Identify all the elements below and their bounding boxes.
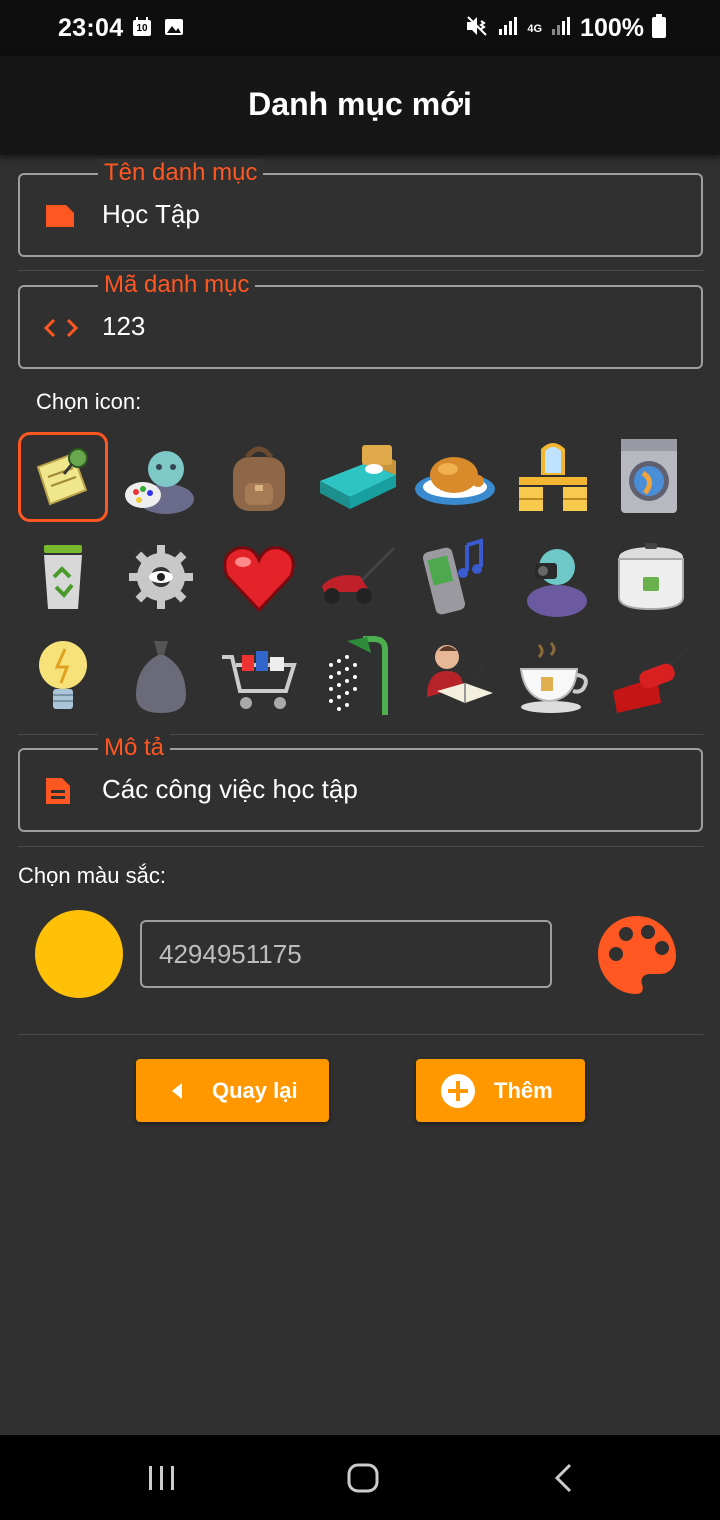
chevron-left-icon [170, 1081, 184, 1101]
shower-icon [329, 636, 388, 715]
vanity-dresser-icon [519, 443, 587, 511]
reader-icon [427, 645, 493, 703]
description-value: Các công việc học tập [102, 774, 358, 804]
photographer-icon [527, 549, 587, 617]
paint-roller-icon [613, 645, 689, 713]
color-value-input[interactable]: 4294951175 [140, 920, 552, 988]
icon-option-shopping-cart[interactable] [214, 632, 304, 722]
category-name-label: Tên danh mục [98, 159, 264, 187]
description-field[interactable]: Mô tả Các công việc học tập [18, 734, 703, 832]
tea-cup-icon [519, 641, 588, 713]
icon-option-painter[interactable] [116, 432, 206, 522]
lawn-mower-icon [322, 546, 396, 604]
icon-option-light-bulb[interactable] [18, 632, 108, 722]
icon-picker-label: Chọn icon: [36, 389, 142, 414]
system-nav-bar [0, 1435, 720, 1520]
sticky-note-pin-icon [36, 448, 88, 506]
description-label: Mô tả [98, 734, 171, 762]
icon-option-vanity[interactable] [508, 432, 598, 522]
palette-button[interactable] [594, 912, 680, 998]
icon-option-bed[interactable] [312, 432, 402, 522]
mp3-phone-icon [422, 538, 483, 615]
icon-option-heart[interactable] [214, 532, 304, 622]
garbage-bag-icon [136, 641, 186, 713]
app-bar: Danh mục mới [0, 56, 720, 155]
calendar-icon: 10 [132, 17, 152, 37]
signal-icon [497, 15, 519, 42]
recent-apps-icon[interactable] [146, 1464, 178, 1497]
add-circle-icon [440, 1073, 476, 1109]
category-name-value: Học Tập [102, 199, 200, 229]
category-name-field[interactable]: Tên danh mục Học Tập [18, 159, 703, 257]
category-code-label: Mã danh mục [98, 271, 256, 299]
label-icon [44, 203, 76, 234]
icon-option-paint-roller[interactable] [606, 632, 696, 722]
code-icon [43, 317, 79, 344]
icon-option-backpack[interactable] [214, 432, 304, 522]
battery-percent: 100% [580, 14, 644, 42]
back-nav-icon[interactable] [552, 1462, 576, 1499]
recycle-bin-icon [44, 545, 82, 609]
icon-option-reader[interactable] [410, 632, 500, 722]
battery-icon [652, 14, 666, 43]
icon-option-garbage-bag[interactable] [116, 632, 206, 722]
icon-option-photographer[interactable] [508, 532, 598, 622]
shopping-cart-icon [222, 651, 297, 709]
palette-icon [598, 916, 676, 994]
back-button[interactable]: Quay lại [136, 1059, 329, 1122]
status-time: 23:04 [58, 14, 124, 42]
icon-option-gear[interactable] [116, 532, 206, 622]
rice-cooker-icon [618, 543, 684, 611]
divider [18, 1034, 703, 1035]
backpack-icon [233, 446, 285, 511]
home-icon[interactable] [346, 1462, 380, 1499]
add-button-label: Thêm [494, 1077, 553, 1103]
roast-chicken-icon [415, 457, 495, 505]
icon-option-recycle-bin[interactable] [18, 532, 108, 622]
icon-option-lawn-mower[interactable] [312, 532, 402, 622]
category-code-value: 123 [102, 311, 146, 341]
signal-icon-2 [550, 15, 572, 42]
add-button[interactable]: Thêm [416, 1059, 585, 1122]
icon-option-sticky-note[interactable] [18, 432, 108, 522]
washing-machine-icon [621, 439, 677, 513]
icon-option-rice-cooker[interactable] [606, 532, 696, 622]
calendar-day: 10 [136, 23, 148, 34]
icon-option-roast-chicken[interactable] [410, 432, 500, 522]
icon-option-tea-cup[interactable] [508, 632, 598, 722]
status-bar: 23:04 10 4G 100% [0, 0, 720, 56]
gear-icon [129, 545, 193, 609]
network-type-4g: 4G [527, 22, 543, 35]
icon-option-shower[interactable] [312, 632, 402, 722]
icon-option-washing-machine[interactable] [606, 432, 696, 522]
icon-option-mp3-phone[interactable] [410, 532, 500, 622]
painter-palette-icon [125, 451, 194, 514]
category-code-field[interactable]: Mã danh mục 123 [18, 271, 703, 369]
color-picker-label: Chọn màu sắc: [18, 863, 166, 888]
light-bulb-icon [39, 641, 87, 709]
description-icon [44, 776, 72, 811]
mute-vibrate-icon [465, 15, 489, 42]
divider [18, 846, 703, 847]
color-preview[interactable] [35, 910, 123, 998]
gallery-icon [164, 17, 184, 42]
heart-icon [223, 546, 295, 613]
bed-icon [320, 445, 396, 509]
page-title: Danh mục mới [248, 86, 472, 122]
back-button-label: Quay lại [212, 1077, 298, 1103]
